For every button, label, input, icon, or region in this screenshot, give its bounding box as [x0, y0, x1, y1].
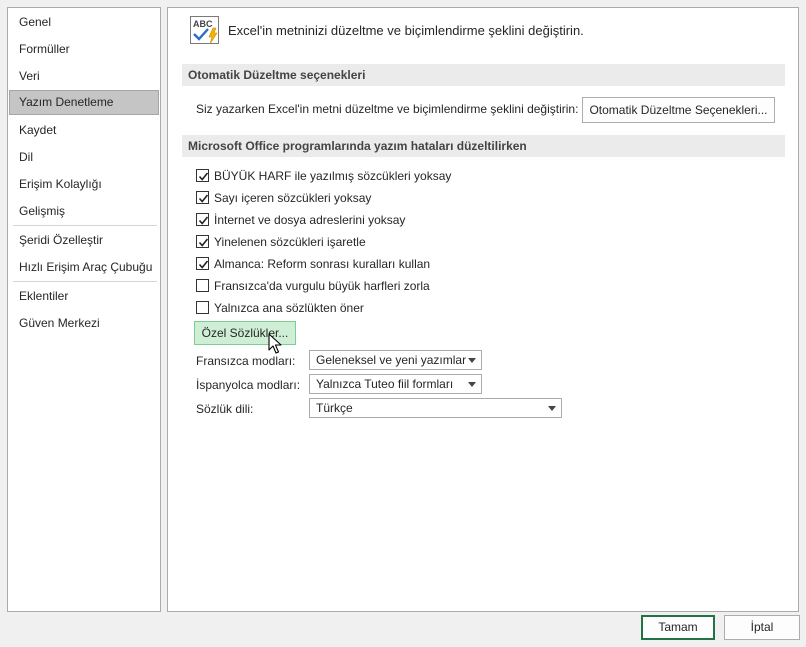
checkmark-icon [198, 238, 209, 247]
spanish-modes-dropdown[interactable]: Yalnızca Tuteo fiil formları [309, 374, 482, 394]
checkbox-label: BÜYÜK HARF ile yazılmış sözcükleri yoksa… [214, 169, 452, 183]
checkbox[interactable] [196, 279, 209, 292]
french-modes-value: Geleneksel ve yeni yazımlar [316, 353, 467, 367]
checkbox[interactable] [196, 191, 209, 204]
sidebar-item-language[interactable]: Dil [9, 145, 159, 170]
checkbox[interactable] [196, 213, 209, 226]
dictionary-language-value: Türkçe [316, 401, 353, 415]
checkbox[interactable] [196, 169, 209, 182]
checkbox-label: Sayı içeren sözcükleri yoksay [214, 191, 372, 205]
options-sidebar: Genel Formüller Veri Yazım Denetleme Kay… [7, 7, 161, 612]
sidebar-item-data[interactable]: Veri [9, 64, 159, 89]
sidebar-item-formulas[interactable]: Formüller [9, 37, 159, 62]
spanish-modes-label: İspanyolca modları: [196, 378, 301, 392]
page-description: Excel'in metninizi düzeltme ve biçimlend… [228, 23, 584, 38]
checkbox-label: Fransızca'da vurgulu büyük harfleri zorl… [214, 279, 430, 293]
checkmark-icon [198, 194, 209, 203]
checkmark-icon [198, 260, 209, 269]
sidebar-divider [13, 225, 157, 226]
sidebar-item-trust-center[interactable]: Güven Merkezi [9, 311, 159, 336]
spanish-modes-value: Yalnızca Tuteo fiil formları [316, 377, 454, 391]
chevron-down-icon [468, 358, 476, 363]
sidebar-divider [13, 281, 157, 282]
abc-icon-text: ABC [193, 19, 213, 29]
sidebar-item-accessibility[interactable]: Erişim Kolaylığı [9, 172, 159, 197]
sidebar-item-save[interactable]: Kaydet [9, 118, 159, 143]
ok-button[interactable]: Tamam [641, 615, 715, 640]
dictionary-language-dropdown[interactable]: Türkçe [309, 398, 562, 418]
abc-proofing-icon: ABC [190, 16, 222, 46]
dictionary-language-label: Sözlük dili: [196, 402, 254, 416]
chevron-down-icon [468, 382, 476, 387]
french-modes-label: Fransızca modları: [196, 354, 296, 368]
chevron-down-icon [548, 406, 556, 411]
checkbox-label: Yalnızca ana sözlükten öner [214, 301, 364, 315]
french-modes-dropdown[interactable]: Geleneksel ve yeni yazımlar [309, 350, 482, 370]
autocorrect-section-title: Otomatik Düzeltme seçenekleri [182, 64, 785, 86]
sidebar-item-add-ins[interactable]: Eklentiler [9, 284, 159, 309]
spelling-section-title: Microsoft Office programlarında yazım ha… [182, 135, 785, 157]
checkbox-label: İnternet ve dosya adreslerini yoksay [214, 213, 406, 227]
checkbox-label: Almanca: Reform sonrası kuralları kullan [214, 257, 431, 271]
proofing-panel: ABC Excel'in metninizi düzeltme ve biçim… [167, 7, 799, 612]
checkbox[interactable] [196, 257, 209, 270]
sidebar-item-quick-access-toolbar[interactable]: Hızlı Erişim Araç Çubuğu [9, 255, 159, 280]
checkbox[interactable] [196, 235, 209, 248]
checkmark-icon [198, 172, 209, 181]
checkmark-icon [198, 216, 209, 225]
checkbox-label: Yinelenen sözcükleri işaretle [214, 235, 366, 249]
autocorrect-options-button[interactable]: Otomatik Düzeltme Seçenekleri... [582, 97, 775, 123]
autocorrect-label: Siz yazarken Excel'in metni düzeltme ve … [196, 102, 579, 116]
checkbox[interactable] [196, 301, 209, 314]
sidebar-item-advanced[interactable]: Gelişmiş [9, 199, 159, 224]
cancel-button[interactable]: İptal [724, 615, 800, 640]
sidebar-item-general[interactable]: Genel [9, 10, 159, 35]
sidebar-item-customize-ribbon[interactable]: Şeridi Özelleştir [9, 228, 159, 253]
sidebar-item-proofing[interactable]: Yazım Denetleme [9, 90, 159, 115]
